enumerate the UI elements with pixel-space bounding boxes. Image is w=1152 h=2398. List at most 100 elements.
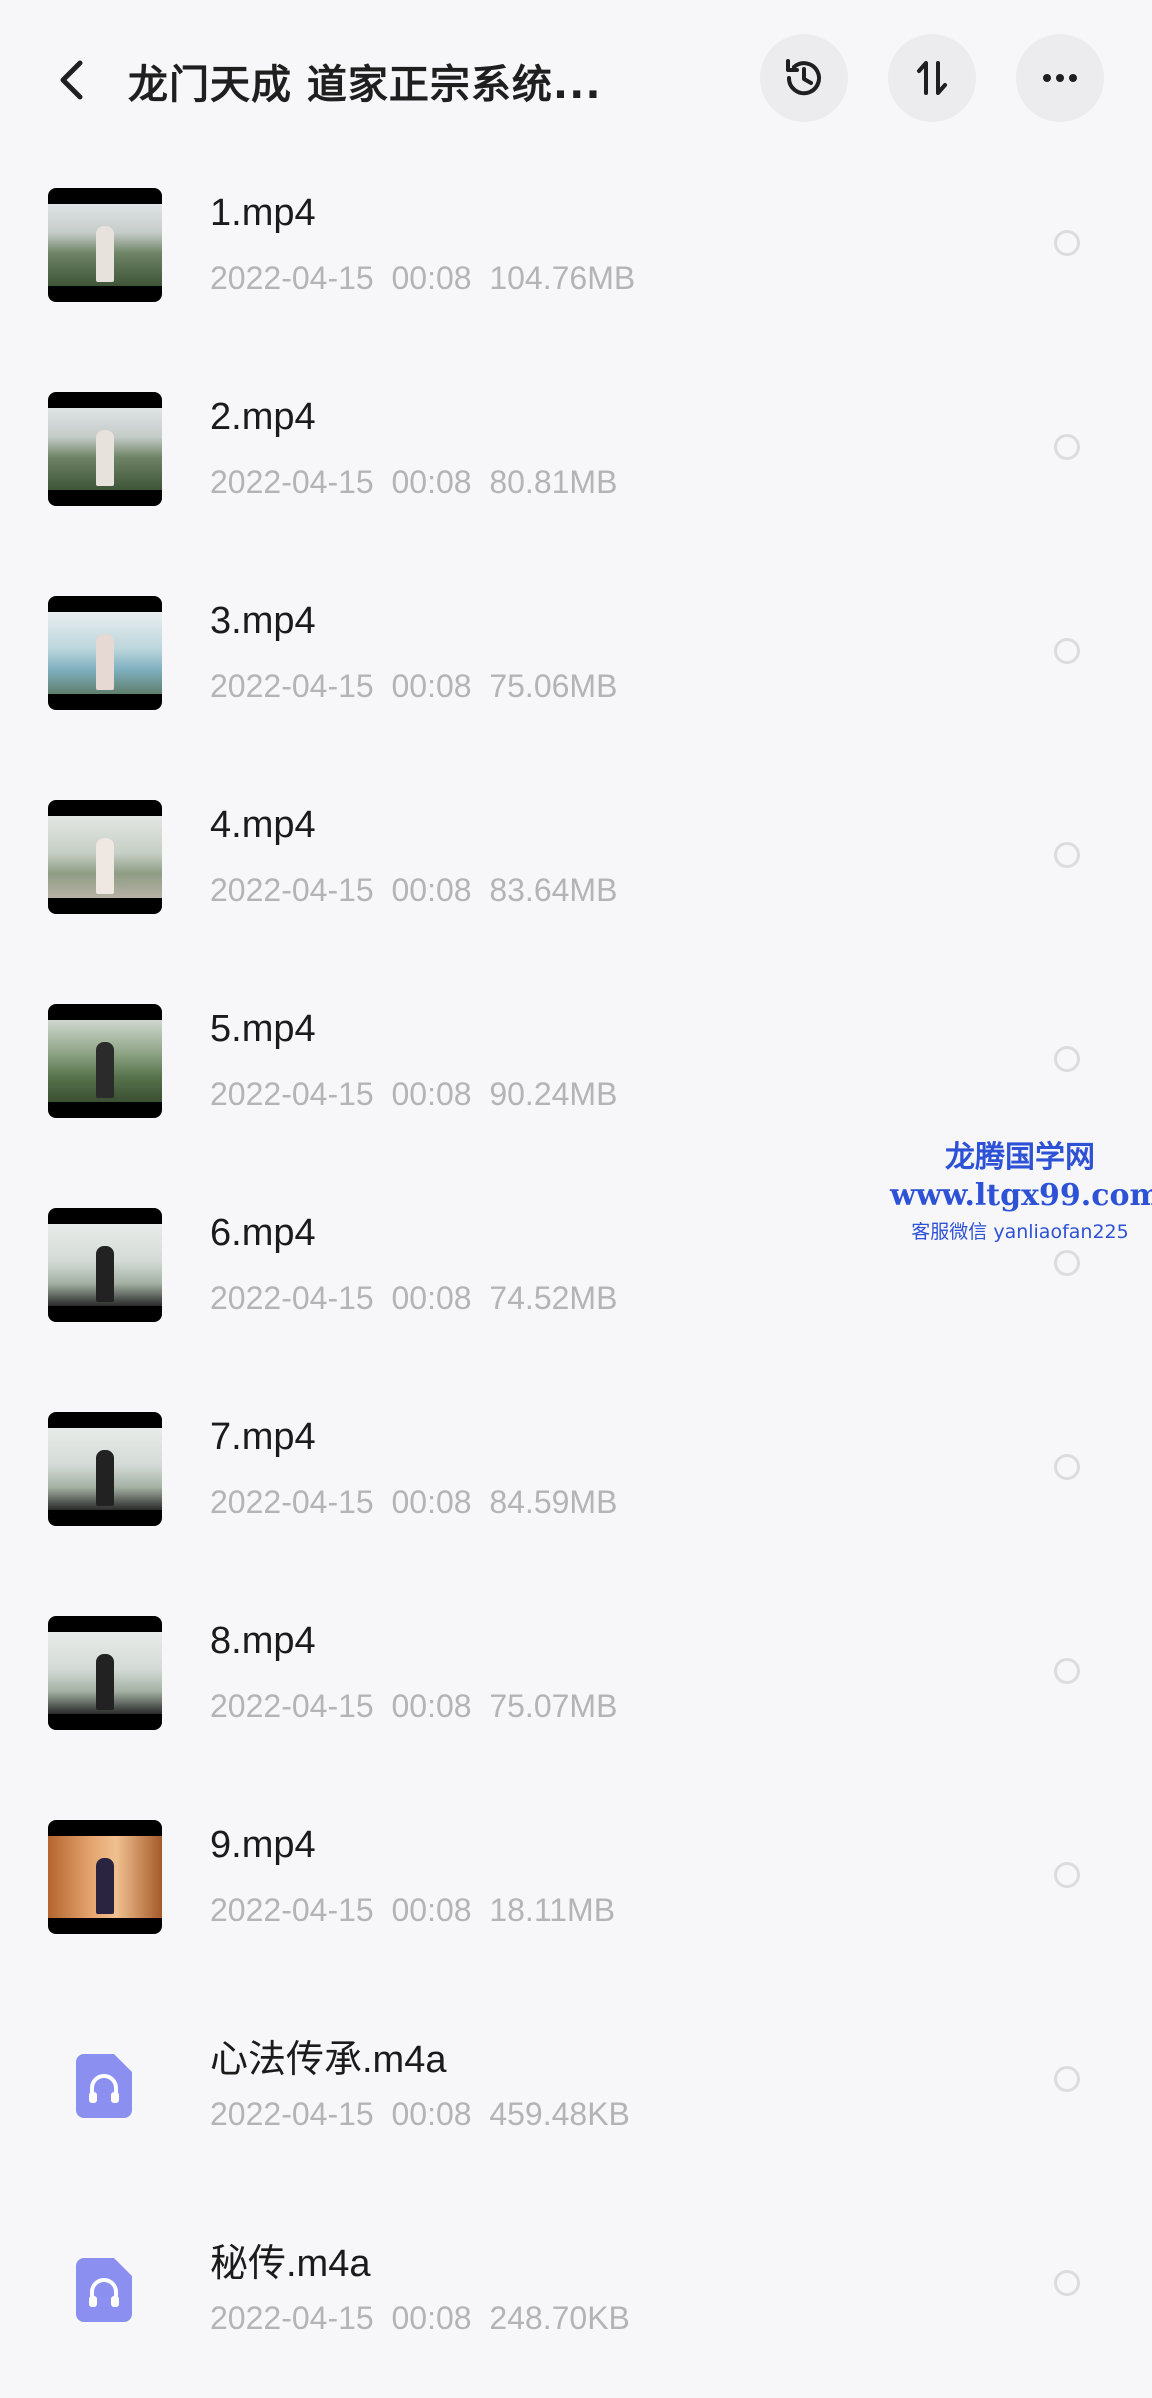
file-name: 4.mp4 <box>210 804 316 846</box>
file-size: 75.06MB <box>489 668 618 704</box>
video-thumbnail <box>48 1820 162 1934</box>
file-size: 80.81MB <box>489 464 618 500</box>
file-row[interactable]: 8.mp4 2022-04-15 00:08 75.07MB <box>0 1570 1152 1774</box>
video-thumbnail <box>48 596 162 710</box>
video-thumbnail <box>48 392 162 506</box>
page-title: 龙门天成 道家正宗系统... <box>128 62 602 108</box>
file-date: 2022-04-15 <box>210 1280 374 1316</box>
file-meta: 2022-04-15 00:08 18.11MB <box>210 1892 615 1929</box>
select-radio[interactable] <box>1054 638 1080 664</box>
file-date: 2022-04-15 <box>210 872 374 908</box>
file-time: 00:08 <box>391 668 472 704</box>
file-date: 2022-04-15 <box>210 1688 374 1724</box>
select-radio[interactable] <box>1054 1046 1080 1072</box>
more-icon <box>1043 74 1077 82</box>
file-name: 5.mp4 <box>210 1008 316 1050</box>
sort-button[interactable] <box>888 34 976 122</box>
file-date: 2022-04-15 <box>210 1484 374 1520</box>
back-arrow-icon <box>60 60 83 100</box>
file-size: 248.70KB <box>489 2300 630 2336</box>
file-row[interactable]: 3.mp4 2022-04-15 00:08 75.06MB <box>0 550 1152 754</box>
video-thumbnail <box>48 1412 162 1526</box>
file-date: 2022-04-15 <box>210 668 374 704</box>
file-time: 00:08 <box>391 872 472 908</box>
file-time: 00:08 <box>391 260 472 296</box>
file-name: 1.mp4 <box>210 192 316 234</box>
file-date: 2022-04-15 <box>210 2096 374 2132</box>
file-row[interactable]: 2.mp4 2022-04-15 00:08 80.81MB <box>0 346 1152 550</box>
select-radio[interactable] <box>1054 2270 1080 2296</box>
watermark-contact: 客服微信 yanliaofan225 <box>911 1221 1129 1243</box>
file-meta: 2022-04-15 00:08 74.52MB <box>210 1280 617 1317</box>
file-row[interactable]: 4.mp4 2022-04-15 00:08 83.64MB <box>0 754 1152 958</box>
select-radio[interactable] <box>1054 230 1080 256</box>
video-thumbnail <box>48 188 162 302</box>
file-row[interactable]: 7.mp4 2022-04-15 00:08 84.59MB <box>0 1366 1152 1570</box>
watermark-title: 龙腾国学网 <box>945 1140 1095 1175</box>
file-name: 6.mp4 <box>210 1212 316 1254</box>
video-thumbnail <box>48 1208 162 1322</box>
select-radio[interactable] <box>1054 434 1080 460</box>
select-radio[interactable] <box>1054 842 1080 868</box>
file-time: 00:08 <box>391 2300 472 2336</box>
watermark: 龙腾国学网 www.ltgx99.com 客服微信 yanliaofan225 <box>890 1132 1152 1244</box>
file-date: 2022-04-15 <box>210 260 374 296</box>
audio-file-icon <box>76 2258 132 2322</box>
select-radio[interactable] <box>1054 1250 1080 1276</box>
video-thumbnail <box>48 1616 162 1730</box>
file-row[interactable]: 9.mp4 2022-04-15 00:08 18.11MB <box>0 1774 1152 1978</box>
sort-icon <box>917 61 947 95</box>
video-thumbnail <box>48 1004 162 1118</box>
file-meta: 2022-04-15 00:08 248.70KB <box>210 2300 630 2337</box>
file-date: 2022-04-15 <box>210 1892 374 1928</box>
file-meta: 2022-04-15 00:08 90.24MB <box>210 1076 617 1113</box>
file-row[interactable]: 心法传承.m4a 2022-04-15 00:08 459.48KB <box>0 1978 1152 2182</box>
file-time: 00:08 <box>391 2096 472 2132</box>
file-size: 90.24MB <box>489 1076 618 1112</box>
select-radio[interactable] <box>1054 1658 1080 1684</box>
file-time: 00:08 <box>391 1688 472 1724</box>
select-radio[interactable] <box>1054 1454 1080 1480</box>
select-radio[interactable] <box>1054 1862 1080 1888</box>
file-name: 2.mp4 <box>210 396 316 438</box>
top-bar: 龙门天成 道家正宗系统... <box>0 0 1152 160</box>
file-date: 2022-04-15 <box>210 464 374 500</box>
file-name: 7.mp4 <box>210 1416 316 1458</box>
file-meta: 2022-04-15 00:08 84.59MB <box>210 1484 617 1521</box>
file-name: 心法传承.m4a <box>210 2039 447 2081</box>
file-size: 83.64MB <box>489 872 618 908</box>
file-time: 00:08 <box>391 1484 472 1520</box>
file-list: 1.mp4 2022-04-15 00:08 104.76MB 2.mp4 20… <box>0 142 1152 2386</box>
file-time: 00:08 <box>391 1076 472 1112</box>
file-row[interactable]: 秘传.m4a 2022-04-15 00:08 248.70KB <box>0 2182 1152 2386</box>
file-size: 459.48KB <box>489 2096 630 2132</box>
file-size: 84.59MB <box>489 1484 618 1520</box>
file-time: 00:08 <box>391 1892 472 1928</box>
watermark-url: www.ltgx99.com <box>890 1178 1152 1213</box>
file-size: 75.07MB <box>489 1688 618 1724</box>
video-thumbnail <box>48 800 162 914</box>
select-radio[interactable] <box>1054 2066 1080 2092</box>
file-meta: 2022-04-15 00:08 104.76MB <box>210 260 635 297</box>
file-meta: 2022-04-15 00:08 75.06MB <box>210 668 617 705</box>
file-time: 00:08 <box>391 1280 472 1316</box>
file-meta: 2022-04-15 00:08 75.07MB <box>210 1688 617 1725</box>
more-button[interactable] <box>1016 34 1104 122</box>
file-size: 18.11MB <box>489 1892 616 1928</box>
back-button[interactable] <box>48 50 94 110</box>
file-meta: 2022-04-15 00:08 83.64MB <box>210 872 617 909</box>
file-date: 2022-04-15 <box>210 1076 374 1112</box>
file-time: 00:08 <box>391 464 472 500</box>
file-name: 3.mp4 <box>210 600 316 642</box>
file-size: 74.52MB <box>489 1280 618 1316</box>
audio-file-icon <box>76 2054 132 2118</box>
file-row[interactable]: 1.mp4 2022-04-15 00:08 104.76MB <box>0 142 1152 346</box>
history-icon <box>786 59 821 96</box>
file-size: 104.76MB <box>489 260 636 296</box>
file-name: 8.mp4 <box>210 1620 316 1662</box>
file-meta: 2022-04-15 00:08 459.48KB <box>210 2096 630 2133</box>
history-button[interactable] <box>760 34 848 122</box>
file-name: 秘传.m4a <box>210 2243 371 2285</box>
file-date: 2022-04-15 <box>210 2300 374 2336</box>
file-meta: 2022-04-15 00:08 80.81MB <box>210 464 617 501</box>
